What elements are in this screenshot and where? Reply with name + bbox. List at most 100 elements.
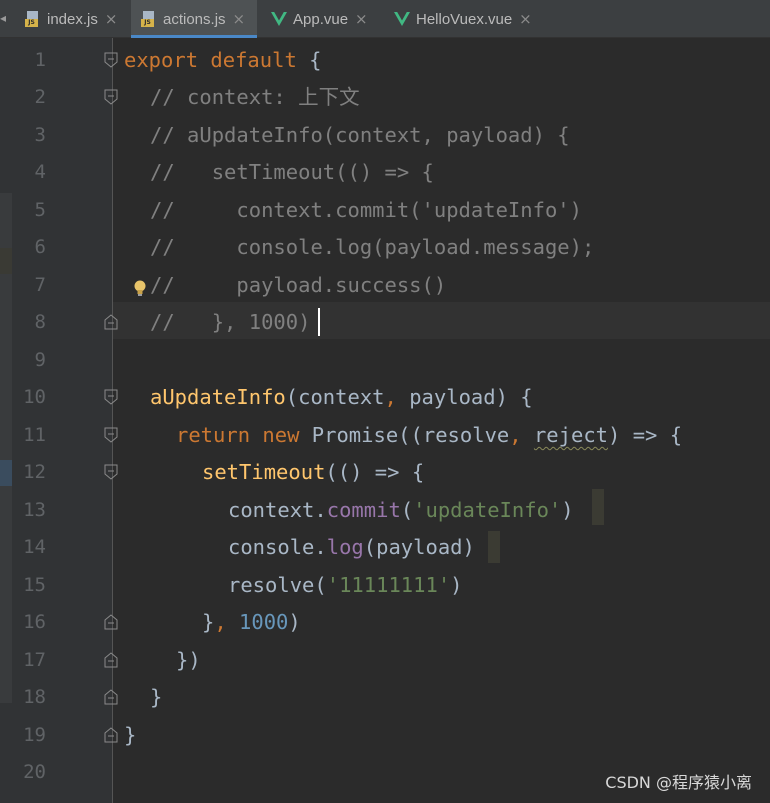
fold-close-icon[interactable] <box>103 614 119 630</box>
code-token: payload) { <box>396 385 533 409</box>
code-line-18: } <box>150 685 163 709</box>
line-number: 20 <box>23 761 46 783</box>
code-line-14: console.log(payload) <box>228 529 475 566</box>
fold-open-icon[interactable] <box>103 52 119 68</box>
code-token: ) <box>450 573 463 597</box>
line-number: 19 <box>23 724 46 746</box>
keyword-new: new <box>262 423 300 447</box>
line-number: 7 <box>34 274 46 296</box>
tab-label: App.vue <box>293 10 349 28</box>
vue-file-icon <box>271 12 287 26</box>
code-token: ) => { <box>608 423 683 447</box>
tab-actions-js[interactable]: JS actions.js × <box>131 0 257 38</box>
editor-tab-bar: ◂ JS index.js × JS actions.js × App.vue … <box>0 0 770 38</box>
line-number: 14 <box>23 536 46 558</box>
string-token: '11111111' <box>326 573 451 597</box>
code-line-16: }, 1000) <box>202 604 301 641</box>
code-token: (context <box>285 385 385 409</box>
code-token: , <box>509 423 522 447</box>
fold-close-icon[interactable] <box>103 314 119 330</box>
code-line-8: // }, 1000) <box>150 310 311 334</box>
code-token: commit <box>326 498 401 522</box>
code-line-2: // context: 上下文 <box>150 85 360 109</box>
close-icon[interactable]: × <box>233 10 246 28</box>
line-number: 13 <box>23 499 46 521</box>
line-number: 4 <box>34 161 46 183</box>
code-token: aUpdateInfo <box>150 385 286 409</box>
code-token: ( <box>400 498 414 522</box>
fold-open-icon[interactable] <box>103 89 119 105</box>
close-icon[interactable]: × <box>355 10 368 28</box>
tab-scroll-left-icon[interactable]: ◂ <box>0 12 6 24</box>
line-number: 3 <box>34 124 46 146</box>
code-line-5: // context.commit('updateInfo') <box>150 198 582 222</box>
code-token: console. <box>228 535 327 559</box>
js-file-icon: JS <box>141 11 157 27</box>
code-token: context. <box>228 498 327 522</box>
keyword-return: return <box>176 423 251 447</box>
vue-file-icon <box>394 12 410 26</box>
line-number: 16 <box>23 611 46 633</box>
code-line-4: // setTimeout(() => { <box>150 160 434 184</box>
line-number: 9 <box>34 349 46 371</box>
code-line-1: export default { <box>124 42 322 79</box>
code-line-13: context.commit('updateInfo') <box>228 492 574 529</box>
code-line-15: resolve('11111111') <box>228 567 463 604</box>
line-number: 15 <box>23 574 46 596</box>
keyword-export: export <box>124 48 199 72</box>
tab-index-js[interactable]: JS index.js × <box>17 0 127 38</box>
code-line-7: // payload.success() <box>150 273 447 297</box>
code-editor[interactable]: 1 2 3 4 5 6 7 8 9 10 11 12 13 14 15 16 1… <box>0 38 770 803</box>
close-icon[interactable]: × <box>519 10 532 28</box>
code-line-12: setTimeout(() => { <box>202 454 424 491</box>
fold-open-icon[interactable] <box>103 464 119 480</box>
line-number: 18 <box>23 686 46 708</box>
line-number: 11 <box>23 424 46 446</box>
code-token: Promise((resolve <box>299 423 510 447</box>
tab-app-vue[interactable]: App.vue × <box>262 0 380 38</box>
code-token: , <box>214 610 227 634</box>
fold-close-icon[interactable] <box>103 689 119 705</box>
js-file-icon: JS <box>25 11 41 27</box>
line-number: 5 <box>34 199 46 221</box>
tab-label: index.js <box>47 10 98 28</box>
code-line-19: } <box>124 723 137 747</box>
number-token: 1000 <box>226 610 289 634</box>
line-number: 10 <box>23 386 46 408</box>
close-icon[interactable]: × <box>105 10 118 28</box>
line-number: 8 <box>34 311 46 333</box>
tab-label: actions.js <box>163 10 226 28</box>
left-tool-strip <box>0 38 12 803</box>
line-number: 6 <box>34 236 46 258</box>
code-line-3: // aUpdateInfo(context, payload) { <box>150 123 570 147</box>
code-token: ) <box>288 610 301 634</box>
fold-open-icon[interactable] <box>103 389 119 405</box>
text-caret <box>318 308 320 336</box>
line-number: 17 <box>23 649 46 671</box>
tab-label: HelloVuex.vue <box>416 10 513 28</box>
code-token: log <box>326 535 364 559</box>
bracket-match-highlight <box>592 489 604 525</box>
code-line-10: aUpdateInfo(context, payload) { <box>150 379 533 416</box>
code-token: (() => { <box>325 460 425 484</box>
code-line-17: }) <box>176 648 201 672</box>
code-line-11: return new Promise((resolve, reject) => … <box>176 417 682 454</box>
lightbulb-icon[interactable] <box>133 279 147 297</box>
tab-hellovuex-vue[interactable]: HelloVuex.vue × <box>384 0 549 38</box>
line-number: 1 <box>34 49 46 71</box>
fold-open-icon[interactable] <box>103 427 119 443</box>
string-token: 'updateInfo' <box>413 498 562 522</box>
fold-close-icon[interactable] <box>103 652 119 668</box>
code-token: resolve( <box>228 573 327 597</box>
fold-close-icon[interactable] <box>103 727 119 743</box>
keyword-default: default <box>210 48 297 72</box>
bracket-match-highlight <box>488 531 500 563</box>
code-token: } <box>202 610 215 634</box>
watermark: CSDN @程序猿小离 <box>605 773 752 792</box>
unused-param-warning: reject <box>533 423 609 447</box>
code-token: setTimeout <box>202 460 326 484</box>
code-token: { <box>296 48 322 72</box>
code-token: , <box>384 385 397 409</box>
code-token: ) <box>561 498 574 522</box>
line-number: 2 <box>34 86 46 108</box>
